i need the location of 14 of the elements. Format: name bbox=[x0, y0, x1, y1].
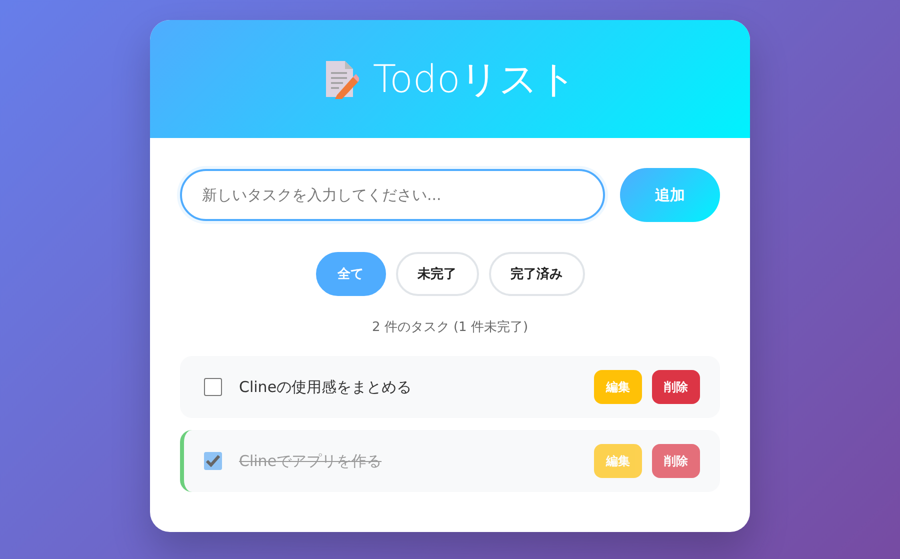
task-checkbox[interactable] bbox=[204, 452, 222, 470]
task-text: Clineでアプリを作る bbox=[239, 452, 383, 470]
add-button[interactable]: 追加 bbox=[620, 168, 720, 222]
delete-button[interactable]: 削除 bbox=[652, 444, 700, 478]
filter-tab[interactable]: 完了済み bbox=[488, 252, 584, 296]
app-title: Todoリスト bbox=[372, 56, 578, 102]
filter-tab[interactable]: 全て bbox=[316, 252, 386, 296]
task-input[interactable]: 新しいタスクを入力してください... bbox=[180, 169, 605, 221]
task-text: Clineの使用感をまとめる bbox=[239, 378, 413, 396]
filter-tab[interactable]: 未完了 bbox=[396, 252, 478, 296]
task-checkbox[interactable] bbox=[204, 378, 222, 396]
edit-button[interactable]: 編集 bbox=[594, 370, 642, 404]
task-summary: 2 件のタスク (1 件未完了) bbox=[370, 319, 530, 336]
delete-button[interactable]: 削除 bbox=[652, 370, 700, 404]
